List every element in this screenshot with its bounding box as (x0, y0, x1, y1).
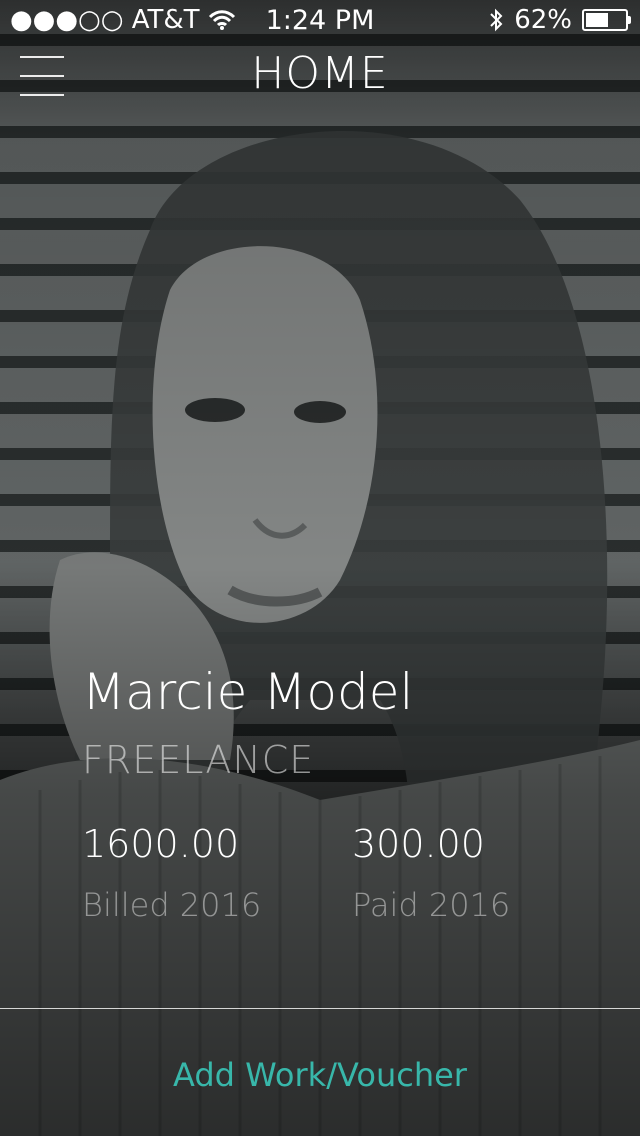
profile-background-photo (0, 0, 640, 1136)
stat-paid: 300.00 Paid 2016 (352, 822, 622, 924)
status-time: 1:24 PM (265, 4, 375, 36)
profile-name: Marcie Model (82, 663, 414, 721)
battery-level (586, 13, 609, 27)
profile-info: Marcie Model FREELANCE (82, 663, 582, 783)
add-work-voucher-button[interactable]: Add Work/Voucher (0, 1055, 640, 1095)
stat-billed: 1600.00 Billed 2016 (82, 822, 352, 924)
status-bar: ●●●○○ AT&T 1:24 PM 62% (0, 0, 640, 40)
page-title: HOME (251, 48, 389, 99)
stat-billed-value: 1600.00 (82, 822, 240, 866)
stat-billed-label: Billed 2016 (82, 886, 262, 924)
profile-role: FREELANCE (82, 738, 315, 782)
stat-paid-value: 300.00 (352, 822, 485, 866)
stat-paid-label: Paid 2016 (352, 886, 511, 924)
stats-row: 1600.00 Billed 2016 300.00 Paid 2016 (82, 822, 622, 924)
home-screen: ●●●○○ AT&T 1:24 PM 62% HOME Marcie Model… (0, 0, 640, 1136)
navigation-bar: HOME (0, 40, 640, 112)
battery-icon (582, 9, 631, 31)
divider (0, 1008, 640, 1009)
